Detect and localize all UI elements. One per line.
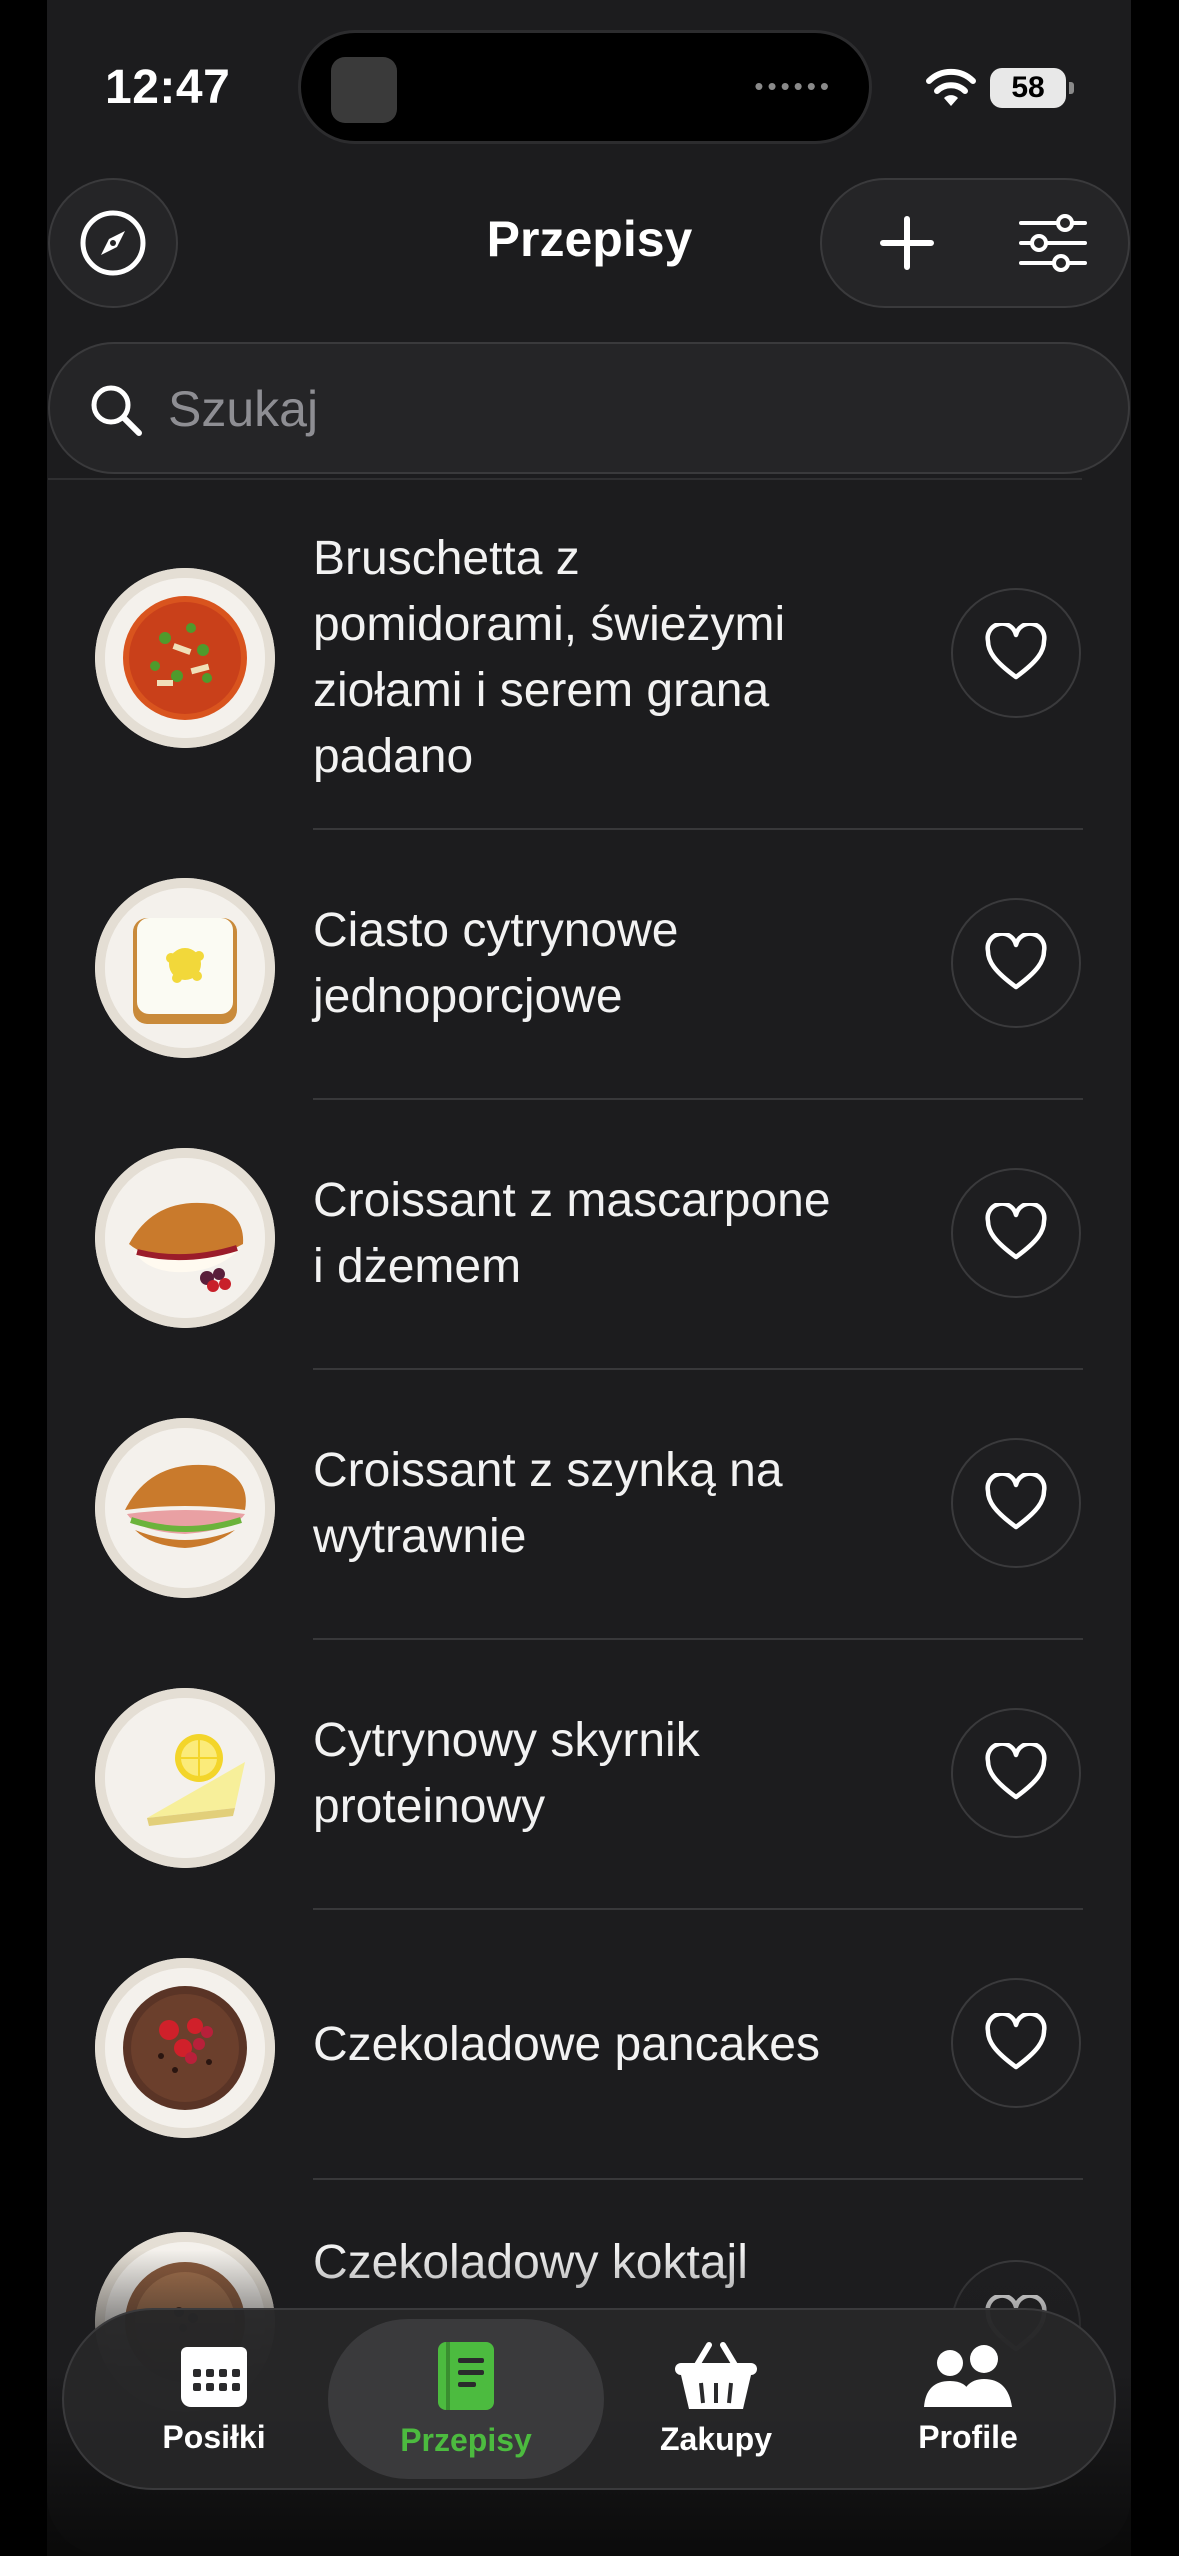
tab-label: Profile	[918, 2418, 1018, 2455]
recipe-title: Czekoladowe pancakes	[313, 2018, 820, 2071]
recipe-title: Croissant z szynką na wytrawnie	[313, 1444, 783, 1563]
dynamic-island: ••••••	[298, 30, 872, 144]
recipe-row[interactable]: Czekoladowe pancakes	[47, 1910, 1131, 2180]
wifi-icon	[926, 68, 976, 106]
tab-posilki[interactable]: Posiłki	[94, 2310, 334, 2488]
header-actions	[820, 178, 1130, 308]
tab-label: Zakupy	[659, 2420, 773, 2457]
favorite-button[interactable]	[951, 1438, 1081, 1568]
heart-icon	[985, 1203, 1047, 1260]
plus-icon	[880, 216, 934, 270]
tab-zakupy[interactable]: Zakupy	[596, 2310, 836, 2488]
recipe-title: Bruschetta z pomidorami, świeżymi ziołam…	[313, 532, 786, 783]
status-time: 12:47	[105, 61, 231, 114]
tab-profile[interactable]: Profile	[848, 2310, 1088, 2488]
heart-icon	[985, 623, 1047, 680]
recipe-image-croissant-ham	[95, 1418, 275, 1598]
recipe-row[interactable]: Bruschetta z pomidorami, świeżymi ziołam…	[47, 478, 1131, 830]
people-icon	[924, 2344, 1012, 2407]
favorite-button[interactable]	[951, 1708, 1081, 1838]
island-thumbnail	[331, 57, 397, 123]
battery-indicator: 58	[990, 68, 1074, 108]
recipe-row[interactable]: Cytrynowy skyrnik proteinowy	[47, 1640, 1131, 1910]
heart-icon	[985, 933, 1047, 990]
recipe-image-croissant-jam	[95, 1148, 275, 1328]
book-icon	[438, 2341, 494, 2410]
calendar-icon	[181, 2346, 247, 2407]
recipe-row[interactable]: Croissant z mascarpone i dżemem	[47, 1100, 1131, 1370]
recipe-image-lemon-cake	[95, 878, 275, 1058]
recipe-row[interactable]: Ciasto cytrynowe jednoporcjowe	[47, 830, 1131, 1100]
favorite-button[interactable]	[951, 588, 1081, 718]
filter-button[interactable]	[988, 180, 1118, 306]
heart-icon	[985, 1473, 1047, 1530]
search-bar[interactable]	[48, 342, 1130, 474]
basket-icon	[675, 2341, 757, 2409]
recipe-title: Ciasto cytrynowe jednoporcjowe	[313, 904, 679, 1023]
recipe-image-bruschetta	[95, 568, 275, 748]
heart-icon	[985, 2013, 1047, 2070]
tab-label: Posiłki	[162, 2418, 266, 2455]
recipe-image-chocolate-pancakes	[95, 1958, 275, 2138]
favorite-button[interactable]	[951, 898, 1081, 1028]
recipe-title: Cytrynowy skyrnik proteinowy	[313, 1714, 700, 1833]
recipe-row[interactable]: Croissant z szynką na wytrawnie	[47, 1370, 1131, 1640]
search-icon	[91, 385, 142, 436]
favorite-button[interactable]	[951, 1168, 1081, 1298]
sliders-icon	[1019, 214, 1087, 272]
favorite-button[interactable]	[951, 1978, 1081, 2108]
search-input[interactable]	[168, 374, 968, 444]
recipe-title: Croissant z mascarpone i dżemem	[313, 1174, 831, 1293]
island-dots-icon: ••••••	[754, 71, 833, 101]
tab-przepisy[interactable]: Przepisy	[328, 2319, 604, 2479]
heart-icon	[985, 1743, 1047, 1800]
add-recipe-button[interactable]	[842, 180, 972, 306]
tab-bar: Posiłki Przepisy Zakupy Profile	[62, 2308, 1116, 2490]
recipe-image-lemon-cheesecake	[95, 1688, 275, 1868]
tab-label: Przepisy	[400, 2421, 532, 2458]
screen: 12:47 •••••• 58 Przepisy Szukaj Bruschet…	[0, 0, 1179, 2556]
